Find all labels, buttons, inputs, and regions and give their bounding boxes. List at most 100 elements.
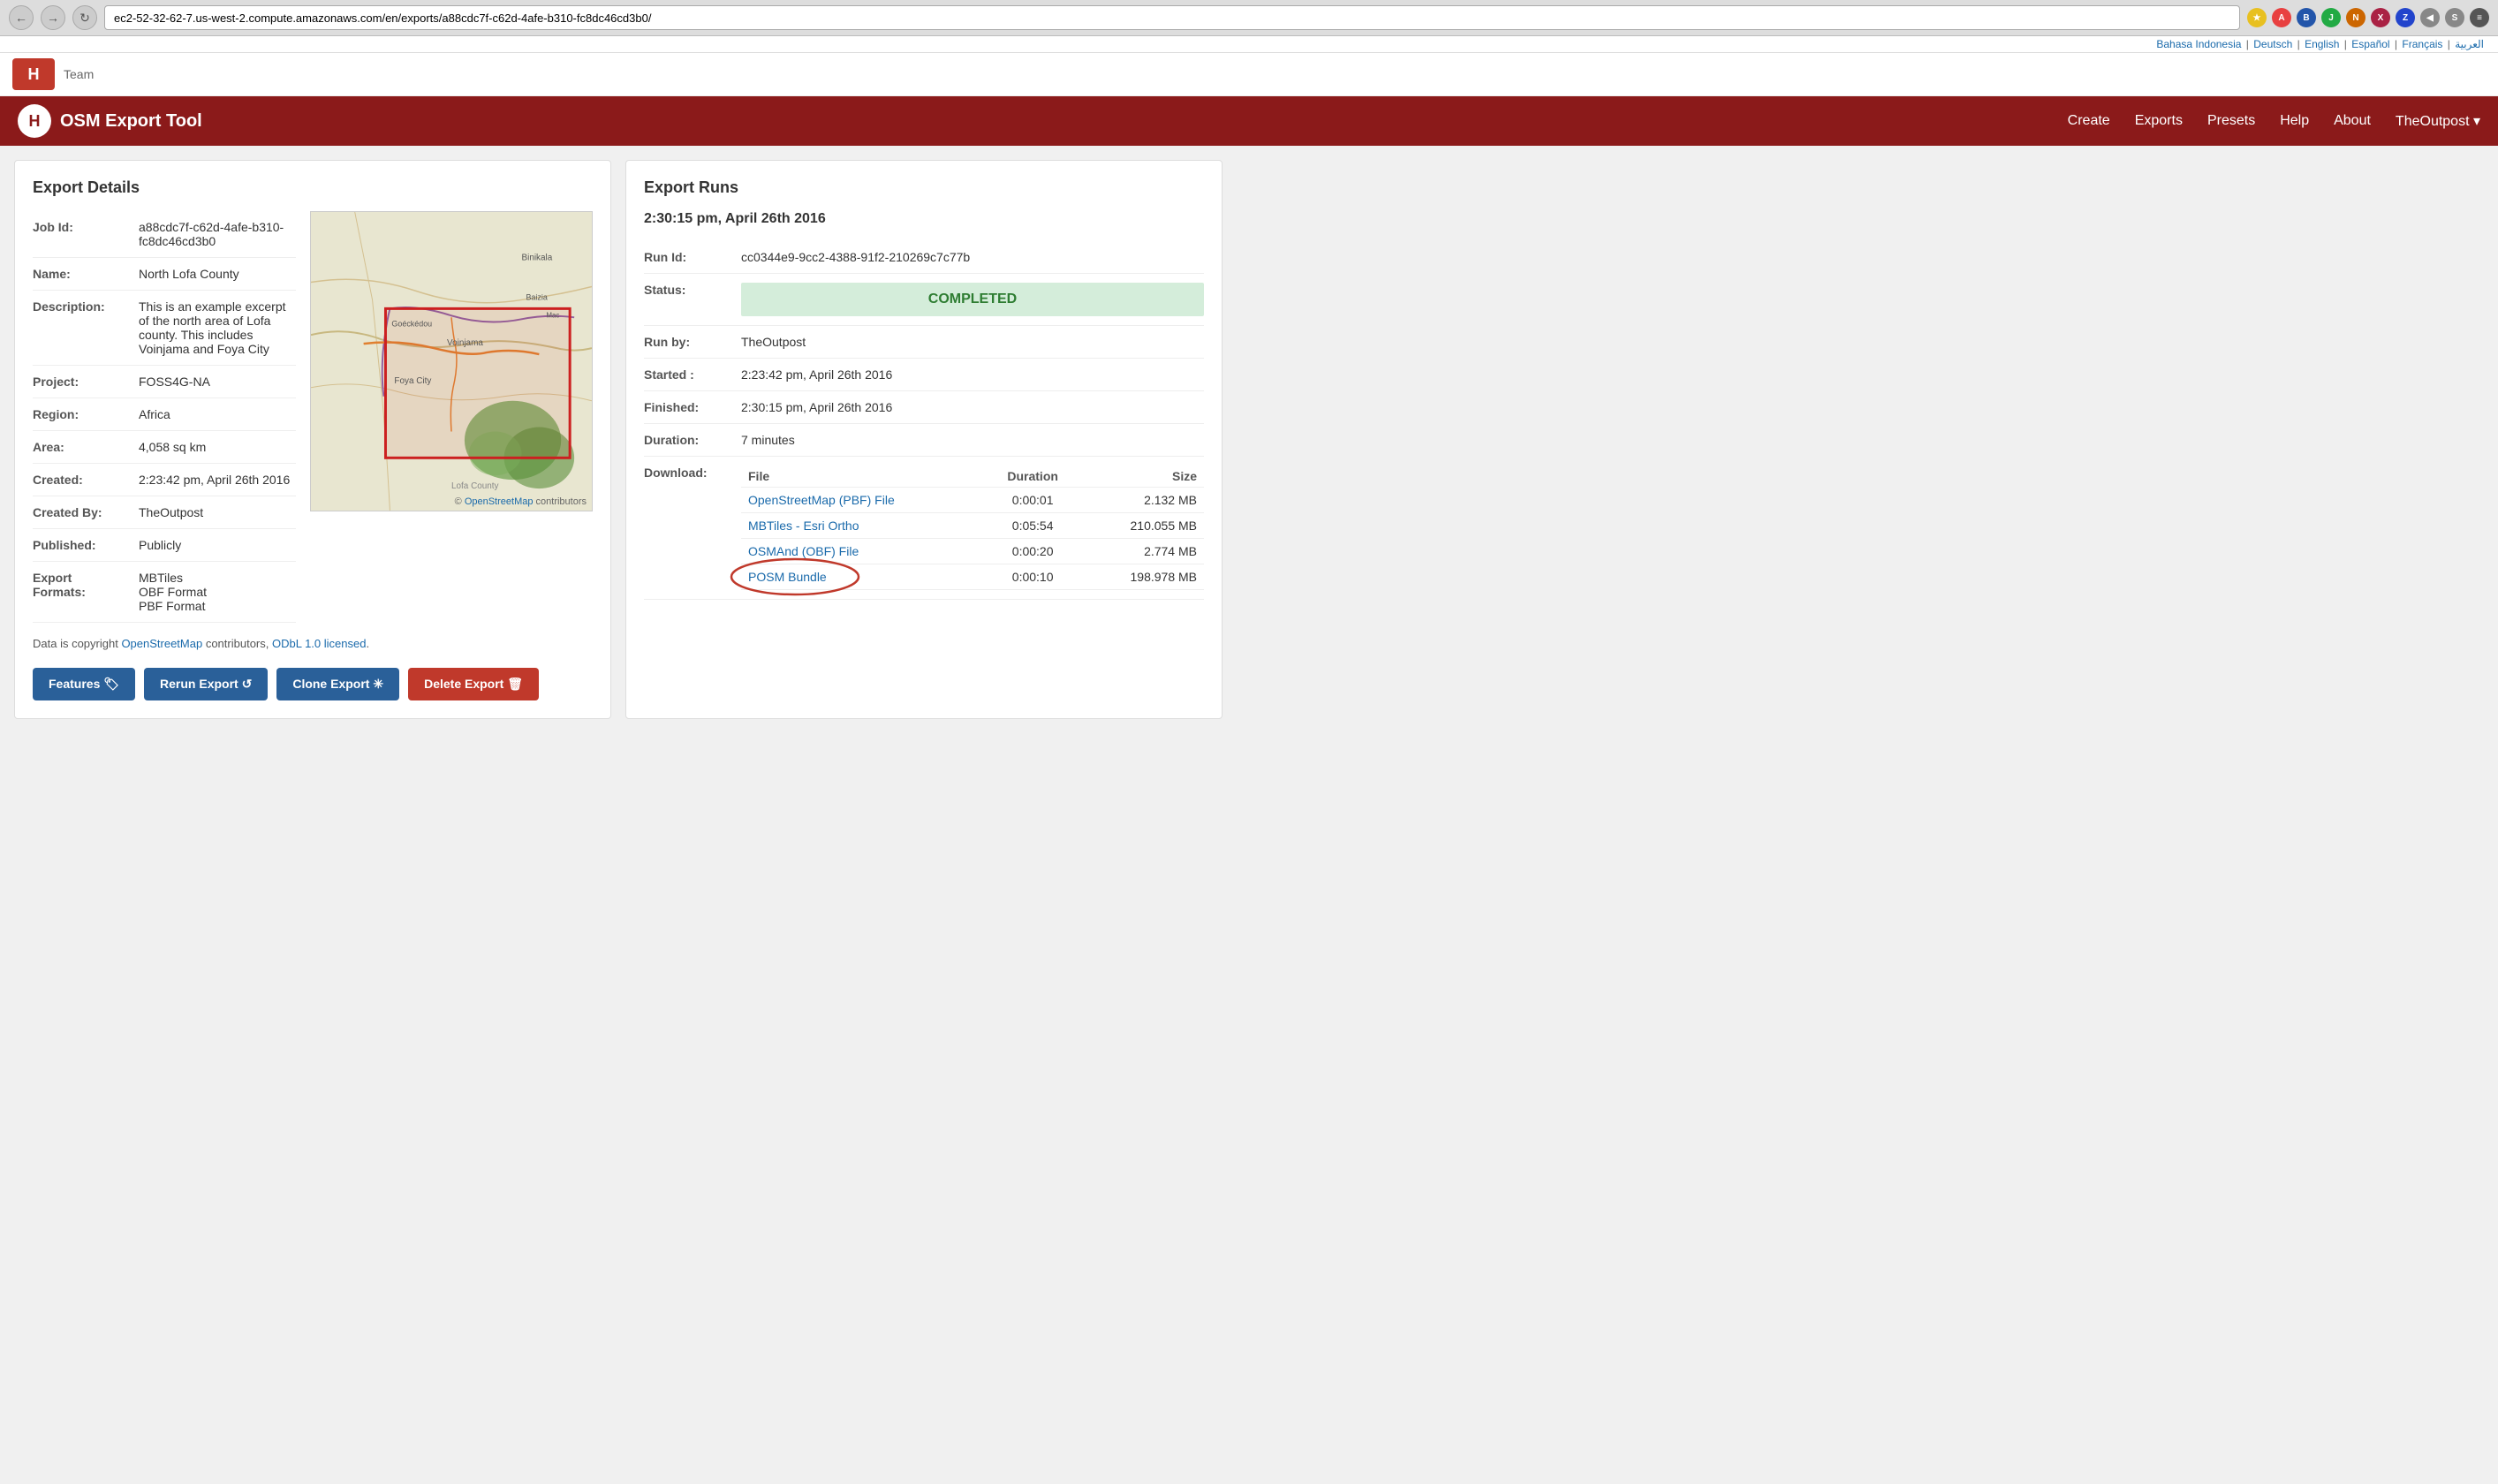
- download-table: File Duration Size OpenStreetMap (PBF) F…: [741, 466, 1204, 590]
- reload-button[interactable]: ↻: [72, 5, 97, 30]
- nav-exports[interactable]: Exports: [2135, 113, 2183, 129]
- lang-link[interactable]: Deutsch: [2253, 38, 2292, 50]
- label-createdby: Created By:: [33, 505, 139, 519]
- value-project: FOSS4G-NA: [139, 375, 296, 389]
- lang-link[interactable]: Bahasa Indonesia: [2156, 38, 2241, 50]
- value-description: This is an example excerpt of the north …: [139, 299, 296, 356]
- run-row-started: Started : 2:23:42 pm, April 26th 2016: [644, 359, 1204, 391]
- nav-theoutpost[interactable]: TheOutpost ▾: [2396, 112, 2480, 130]
- run-row-status: Status: COMPLETED: [644, 274, 1204, 326]
- download-row-osmand: OSMAnd (OBF) File 0:00:20 2.774 MB: [741, 539, 1204, 564]
- run-row-id: Run Id: cc0344e9-9cc2-4388-91f2-210269c7…: [644, 241, 1204, 274]
- ext-icon-8[interactable]: S: [2445, 8, 2464, 27]
- nav-about[interactable]: About: [2334, 113, 2371, 129]
- detail-row-formats: ExportFormats: MBTilesOBF FormatPBF Form…: [33, 562, 296, 623]
- forward-button[interactable]: →: [41, 5, 65, 30]
- download-link-mbtiles[interactable]: MBTiles - Esri Ortho: [748, 519, 859, 533]
- run-value-started: 2:23:42 pm, April 26th 2016: [741, 367, 1204, 382]
- label-created: Created:: [33, 473, 139, 487]
- value-formats: MBTilesOBF FormatPBF Format: [139, 571, 296, 613]
- label-area: Area:: [33, 440, 139, 454]
- svg-text:Baizia: Baizia: [526, 292, 547, 301]
- back-button[interactable]: ←: [9, 5, 34, 30]
- ext-icon-2[interactable]: B: [2297, 8, 2316, 27]
- detail-row-jobid: Job Id: a88cdc7f-c62d-4afe-b310-fc8dc46c…: [33, 211, 296, 258]
- run-row-download: Download: File Duration Size OpenStreetM…: [644, 457, 1204, 600]
- details-table: Job Id: a88cdc7f-c62d-4afe-b310-fc8dc46c…: [33, 211, 296, 623]
- label-formats: ExportFormats:: [33, 571, 139, 599]
- osm-credit-link[interactable]: OpenStreetMap: [465, 496, 534, 507]
- nav-create[interactable]: Create: [2068, 113, 2110, 129]
- col-header-duration: Duration: [984, 466, 1082, 488]
- delete-export-button[interactable]: Delete Export 🗑: [408, 668, 539, 700]
- label-region: Region:: [33, 407, 139, 421]
- star-icon[interactable]: ★: [2247, 8, 2267, 27]
- run-value-runby: TheOutpost: [741, 335, 1204, 349]
- run-value-finished: 2:30:15 pm, April 26th 2016: [741, 400, 1204, 414]
- url-bar[interactable]: [104, 5, 2240, 30]
- nav-header: H OSM Export Tool Create Exports Presets…: [0, 96, 2498, 146]
- nav-logo: H OSM Export Tool: [18, 104, 202, 138]
- col-header-size: Size: [1082, 466, 1204, 488]
- label-jobid: Job Id:: [33, 220, 139, 234]
- lang-link[interactable]: Français: [2402, 38, 2442, 50]
- svg-text:Goéckédou: Goéckédou: [391, 319, 432, 328]
- label-description: Description:: [33, 299, 139, 314]
- detail-row-published: Published: Publicly: [33, 529, 296, 562]
- detail-row-description: Description: This is an example excerpt …: [33, 291, 296, 366]
- nav-title: OSM Export Tool: [60, 111, 202, 132]
- run-label-finished: Finished:: [644, 400, 741, 414]
- menu-icon[interactable]: ≡: [2470, 8, 2489, 27]
- detail-row-region: Region: Africa: [33, 398, 296, 431]
- openstreetmap-link[interactable]: OpenStreetMap: [121, 637, 202, 650]
- label-name: Name:: [33, 267, 139, 281]
- odbl-link[interactable]: ODbL 1.0 licensed: [272, 637, 366, 650]
- value-area: 4,058 sq km: [139, 440, 296, 454]
- export-details-card: Export Details Job Id: a88cdc7f-c62d-4af…: [14, 160, 611, 719]
- nav-presets[interactable]: Presets: [2207, 113, 2255, 129]
- svg-text:Mac: Mac: [546, 311, 559, 319]
- run-label-id: Run Id:: [644, 250, 741, 264]
- logo-area: H Team: [0, 53, 2498, 96]
- ext-icon-7[interactable]: ◀: [2420, 8, 2440, 27]
- ext-icon-6[interactable]: Z: [2396, 8, 2415, 27]
- run-date: 2:30:15 pm, April 26th 2016: [644, 211, 1204, 227]
- value-name: North Lofa County: [139, 267, 296, 281]
- rerun-export-button[interactable]: Rerun Export ↺: [144, 668, 268, 700]
- export-runs-card: Export Runs 2:30:15 pm, April 26th 2016 …: [625, 160, 1223, 719]
- download-table-container: File Duration Size OpenStreetMap (PBF) F…: [741, 466, 1204, 590]
- logo-text: Team: [64, 67, 94, 81]
- run-label-started: Started :: [644, 367, 741, 382]
- col-header-file: File: [741, 466, 984, 488]
- svg-text:Lofa County: Lofa County: [451, 481, 499, 491]
- run-label-download: Download:: [644, 466, 741, 480]
- download-size-posm: 198.978 MB: [1082, 564, 1204, 590]
- download-link-pbf[interactable]: OpenStreetMap (PBF) File: [748, 493, 895, 507]
- action-buttons: Features 🏷 Rerun Export ↺ Clone Export ✳…: [33, 668, 593, 700]
- export-details-title: Export Details: [33, 178, 593, 197]
- ext-icon-3[interactable]: J: [2321, 8, 2341, 27]
- ext-icon-4[interactable]: N: [2346, 8, 2366, 27]
- value-createdby: TheOutpost: [139, 505, 296, 519]
- download-link-posm[interactable]: POSM Bundle: [748, 570, 827, 584]
- download-size-pbf: 2.132 MB: [1082, 488, 1204, 513]
- language-bar: Bahasa Indonesia | Deutsch | English | E…: [0, 36, 2498, 53]
- run-value-status: COMPLETED: [741, 283, 1204, 316]
- lang-link[interactable]: Español: [2351, 38, 2389, 50]
- value-jobid: a88cdc7f-c62d-4afe-b310-fc8dc46cd3b0: [139, 220, 296, 248]
- ext-icon-5[interactable]: X: [2371, 8, 2390, 27]
- export-runs-title: Export Runs: [644, 178, 1204, 197]
- features-button[interactable]: Features 🏷: [33, 668, 135, 700]
- nav-help[interactable]: Help: [2280, 113, 2309, 129]
- lang-link[interactable]: English: [2305, 38, 2339, 50]
- download-link-osmand[interactable]: OSMAnd (OBF) File: [748, 544, 859, 558]
- clone-export-button[interactable]: Clone Export ✳: [276, 668, 399, 700]
- run-row-finished: Finished: 2:30:15 pm, April 26th 2016: [644, 391, 1204, 424]
- download-row-pbf: OpenStreetMap (PBF) File 0:00:01 2.132 M…: [741, 488, 1204, 513]
- run-value-duration: 7 minutes: [741, 433, 1204, 447]
- download-size-osmand: 2.774 MB: [1082, 539, 1204, 564]
- lang-link[interactable]: العربية: [2455, 38, 2484, 50]
- value-region: Africa: [139, 407, 296, 421]
- ext-icon-1[interactable]: A: [2272, 8, 2291, 27]
- logo-image: H: [12, 58, 55, 90]
